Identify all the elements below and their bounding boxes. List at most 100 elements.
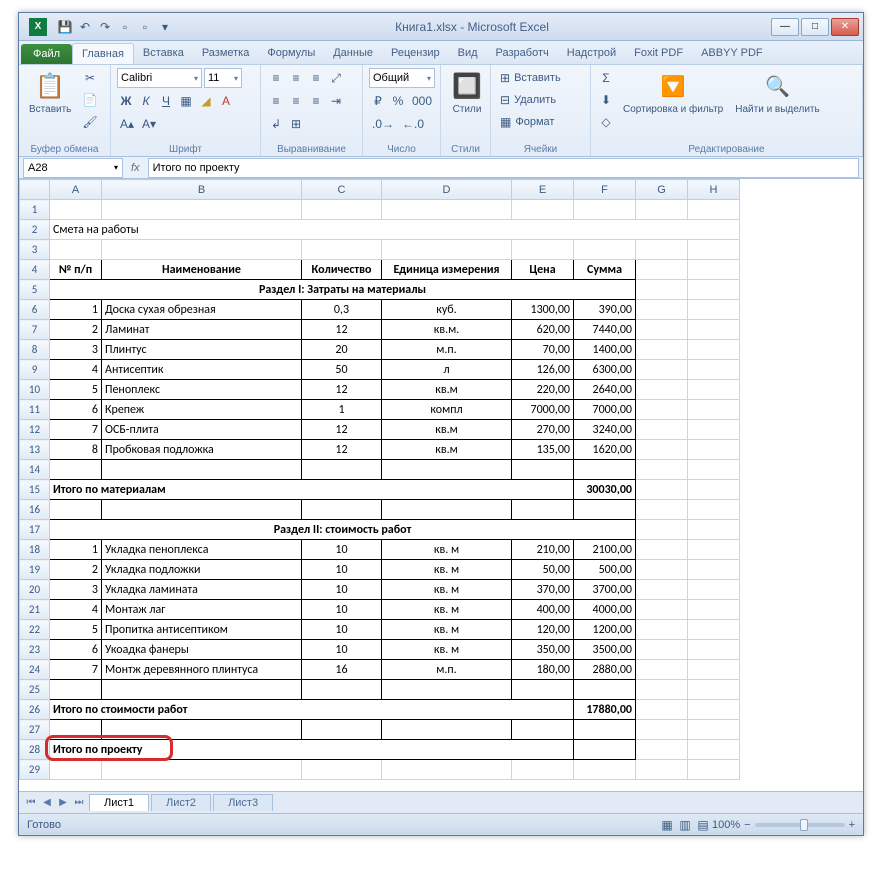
currency-icon[interactable]: ₽	[369, 91, 387, 111]
row-header[interactable]: 4	[20, 260, 50, 280]
cell[interactable]	[636, 760, 688, 780]
cell[interactable]: Укладка подложки	[102, 560, 302, 580]
first-sheet-icon[interactable]: ⏮	[23, 795, 39, 811]
cell[interactable]	[636, 580, 688, 600]
cell[interactable]	[574, 740, 636, 760]
cell[interactable]: кв. м	[382, 620, 512, 640]
column-header[interactable]: G	[636, 180, 688, 200]
cell[interactable]: 17880,00	[574, 700, 636, 720]
cell[interactable]	[302, 760, 382, 780]
cell[interactable]	[636, 380, 688, 400]
cell[interactable]: Крепеж	[102, 400, 302, 420]
cell[interactable]	[688, 620, 740, 640]
autosum-icon[interactable]: Σ	[597, 68, 615, 88]
cell[interactable]: м.п.	[382, 660, 512, 680]
cell[interactable]: Доска сухая обрезная	[102, 300, 302, 320]
column-header[interactable]: F	[574, 180, 636, 200]
cell[interactable]	[382, 460, 512, 480]
select-all-corner[interactable]	[20, 180, 50, 200]
cell[interactable]: 10	[302, 600, 382, 620]
clear-icon[interactable]: ◇	[597, 112, 615, 132]
row-header[interactable]: 11	[20, 400, 50, 420]
increase-font-icon[interactable]: A▴	[117, 114, 137, 134]
cell[interactable]: № п/п	[50, 260, 102, 280]
fill-icon[interactable]: ⬇	[597, 90, 615, 110]
zoom-in-icon[interactable]: +	[849, 819, 855, 831]
cell[interactable]	[688, 200, 740, 220]
cell[interactable]: кв.м	[382, 380, 512, 400]
row-header[interactable]: 14	[20, 460, 50, 480]
cell[interactable]: 30030,00	[574, 480, 636, 500]
cell[interactable]	[636, 520, 688, 540]
cell[interactable]: 270,00	[512, 420, 574, 440]
cell[interactable]: 6300,00	[574, 360, 636, 380]
cell[interactable]	[574, 760, 636, 780]
cell[interactable]	[688, 300, 740, 320]
orientation-icon[interactable]: ⤢	[327, 68, 345, 88]
row-header[interactable]: 9	[20, 360, 50, 380]
paste-button[interactable]: 📋 Вставить	[25, 68, 75, 117]
row-header[interactable]: 15	[20, 480, 50, 500]
redo-icon[interactable]: ↷	[97, 19, 113, 35]
cell[interactable]	[574, 680, 636, 700]
cell[interactable]: 10	[302, 620, 382, 640]
cell[interactable]: кв.м	[382, 420, 512, 440]
cell[interactable]	[512, 760, 574, 780]
cell[interactable]: кв.м.	[382, 320, 512, 340]
delete-cells-button[interactable]: ⊟ Удалить	[497, 90, 587, 110]
cell[interactable]: 5	[50, 380, 102, 400]
cell[interactable]: Монтж деревянного плинтуса	[102, 660, 302, 680]
cell[interactable]: 3240,00	[574, 420, 636, 440]
row-header[interactable]: 5	[20, 280, 50, 300]
decrease-decimal-icon[interactable]: ←.0	[399, 114, 427, 134]
cell[interactable]: 12	[302, 440, 382, 460]
maximize-button[interactable]: □	[801, 18, 829, 36]
cell[interactable]	[102, 200, 302, 220]
cell[interactable]	[636, 340, 688, 360]
cell[interactable]	[382, 240, 512, 260]
cell[interactable]: ОСБ-плита	[102, 420, 302, 440]
row-header[interactable]: 21	[20, 600, 50, 620]
ribbon-tab-foxit pdf[interactable]: Foxit PDF	[625, 43, 692, 64]
cell[interactable]: Цена	[512, 260, 574, 280]
cell[interactable]	[688, 280, 740, 300]
cell[interactable]	[688, 600, 740, 620]
font-size-combo[interactable]: 11▾	[204, 68, 242, 88]
cell[interactable]	[636, 440, 688, 460]
cell[interactable]: 1400,00	[574, 340, 636, 360]
row-header[interactable]: 3	[20, 240, 50, 260]
cell[interactable]: 1	[50, 300, 102, 320]
row-header[interactable]: 23	[20, 640, 50, 660]
cell[interactable]	[636, 300, 688, 320]
row-header[interactable]: 18	[20, 540, 50, 560]
cell[interactable]: Количество	[302, 260, 382, 280]
row-header[interactable]: 8	[20, 340, 50, 360]
last-sheet-icon[interactable]: ⏭	[71, 795, 87, 811]
formula-bar[interactable]: Итого по проекту	[148, 158, 859, 178]
insert-cells-button[interactable]: ⊞ Вставить	[497, 68, 587, 88]
cell[interactable]	[574, 720, 636, 740]
cell[interactable]: 7000,00	[512, 400, 574, 420]
cell[interactable]: 2	[50, 320, 102, 340]
cell[interactable]: 390,00	[574, 300, 636, 320]
cell[interactable]: 16	[302, 660, 382, 680]
cell[interactable]: 1	[302, 400, 382, 420]
number-format-combo[interactable]: Общий▾	[369, 68, 435, 88]
cell[interactable]	[688, 660, 740, 680]
cell[interactable]: 500,00	[574, 560, 636, 580]
cell[interactable]: 8	[50, 440, 102, 460]
cell[interactable]: 400,00	[512, 600, 574, 620]
cell[interactable]: 7000,00	[574, 400, 636, 420]
cell[interactable]: м.п.	[382, 340, 512, 360]
ribbon-tab-формулы[interactable]: Формулы	[258, 43, 324, 64]
zoom-out-icon[interactable]: −	[744, 819, 750, 831]
cell[interactable]: 3	[50, 340, 102, 360]
cell[interactable]	[302, 720, 382, 740]
cell[interactable]	[636, 680, 688, 700]
cell[interactable]: кв. м	[382, 600, 512, 620]
cell[interactable]: 7	[50, 660, 102, 680]
row-header[interactable]: 1	[20, 200, 50, 220]
cell[interactable]	[382, 500, 512, 520]
cell[interactable]	[636, 620, 688, 640]
decrease-font-icon[interactable]: A▾	[139, 114, 159, 134]
